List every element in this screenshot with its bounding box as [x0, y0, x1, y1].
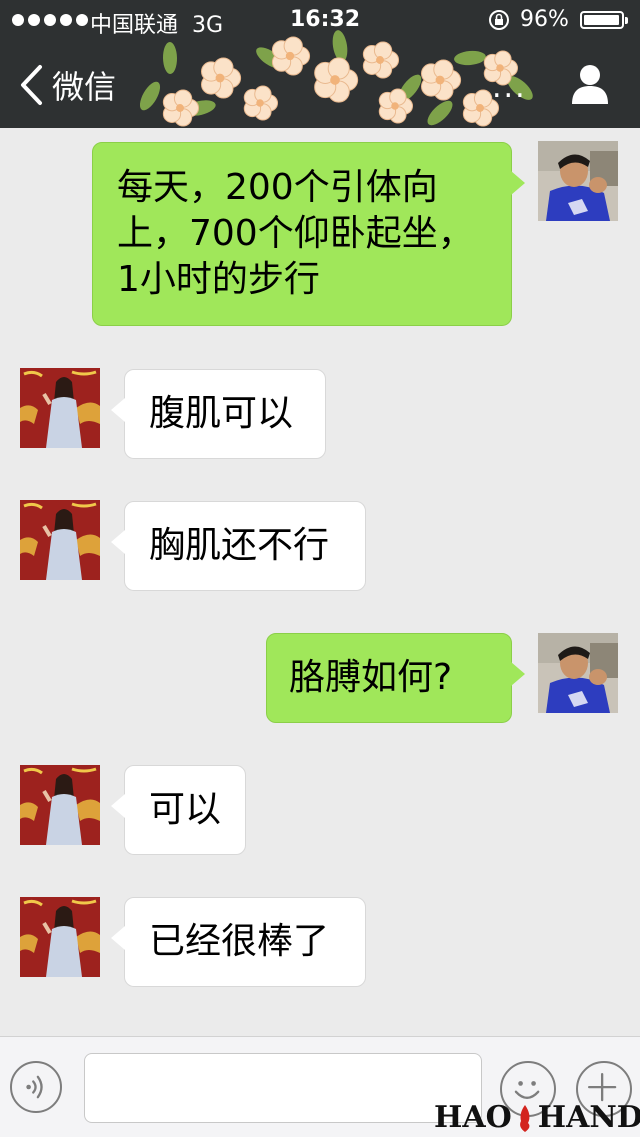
contact-avatar[interactable] — [20, 500, 100, 580]
contact-avatar[interactable] — [20, 765, 100, 845]
contact-profile-icon[interactable] — [568, 62, 612, 106]
flower-shape — [314, 57, 359, 103]
message-text: 已经很棒了 — [149, 921, 330, 962]
message-bubble-incoming[interactable]: 胸肌还不行 — [111, 501, 366, 591]
message-bubble-incoming[interactable]: 可以 — [111, 765, 246, 855]
message-bubble-outgoing[interactable]: 胳膊如何? — [266, 633, 525, 723]
chevron-left-icon — [21, 65, 42, 105]
haohand-watermark: HAO HAND — [434, 1100, 640, 1135]
watermark-left: HAO — [434, 1100, 512, 1135]
contact-avatar[interactable] — [20, 368, 100, 448]
leaf-shape — [162, 42, 178, 74]
battery-icon — [580, 11, 628, 29]
flower-shape — [201, 57, 242, 99]
flower-shape — [271, 36, 311, 76]
flower-decoration — [140, 30, 533, 127]
my-avatar[interactable] — [538, 633, 618, 713]
signal-strength-icon — [12, 14, 88, 26]
leaf-shape — [140, 81, 161, 111]
message-text-input[interactable] — [84, 1053, 482, 1123]
leaf-shape — [454, 50, 486, 66]
battery-fill — [584, 15, 619, 25]
leaf-shape — [427, 100, 453, 126]
message-text: 胳膊如何? — [289, 657, 453, 698]
message-bubble-incoming[interactable]: 已经很棒了 — [111, 897, 366, 987]
flower-shape — [162, 89, 200, 127]
message-text: 胸肌还不行 — [149, 525, 330, 566]
message-text: 腹肌可以 — [149, 393, 294, 434]
chat-title-truncated: ... — [492, 70, 527, 105]
contact-avatar[interactable] — [20, 897, 100, 977]
chat-message-list[interactable]: 每天，200个引体向上，700个仰卧起坐，1小时的步行 腹肌可以 胸肌还不行 胳… — [0, 128, 640, 1036]
flower-shape — [243, 85, 279, 121]
message-bubble-incoming[interactable]: 腹肌可以 — [111, 369, 326, 459]
voice-input-button[interactable] — [10, 1061, 62, 1113]
message-text: 每天，200个引体向上，700个仰卧起坐，1小时的步行 — [117, 167, 474, 300]
message-bubble-outgoing[interactable]: 每天，200个引体向上，700个仰卧起坐，1小时的步行 — [92, 142, 525, 326]
message-text: 可以 — [149, 789, 222, 830]
my-avatar[interactable] — [538, 141, 618, 221]
flower-shape — [362, 41, 400, 79]
flame-logo-icon — [519, 1104, 530, 1132]
top-bar: 中国联通 3G 16:32 96% 微信 ... — [0, 0, 640, 128]
back-button[interactable]: 微信 — [18, 62, 116, 108]
back-label: 微信 — [52, 68, 117, 106]
flower-shape — [421, 59, 462, 101]
watermark-right: HAND — [537, 1100, 640, 1135]
voice-icon — [26, 1075, 43, 1099]
